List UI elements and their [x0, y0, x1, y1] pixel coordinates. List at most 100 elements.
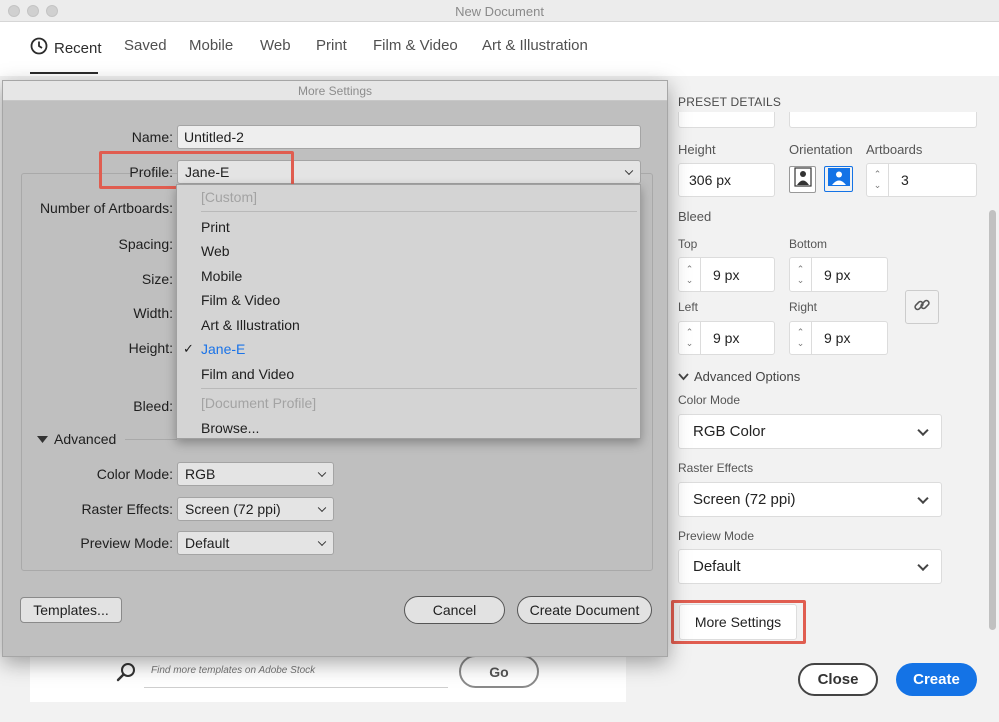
bleed-left-value: 9 px	[713, 330, 740, 346]
portrait-orientation-button[interactable]	[789, 166, 816, 193]
window-titlebar: New Document	[0, 0, 999, 22]
menu-item-film-video[interactable]: Film & Video	[201, 292, 280, 308]
panel-scrollbar[interactable]	[987, 120, 997, 640]
bleed-label: Bleed:	[133, 398, 173, 414]
preview-mode-select[interactable]: Default	[678, 549, 942, 584]
bleed-top-spin-arrows[interactable]: ⌃ ⌄	[679, 258, 701, 291]
height-label: Height	[678, 142, 716, 157]
go-button[interactable]: Go	[459, 655, 539, 688]
menu-item-document-profile: [Document Profile]	[201, 395, 317, 411]
menu-item-jane-e[interactable]: Jane-E	[201, 341, 245, 357]
stock-search-input[interactable]: Find more templates on Adobe Stock	[151, 665, 315, 676]
menu-item-web[interactable]: Web	[201, 243, 230, 259]
tab-film-video[interactable]: Film & Video	[373, 37, 458, 54]
preview-mode-value: Default	[693, 558, 741, 575]
active-tab-indicator	[30, 72, 98, 74]
preview-mode-label: Preview Mode	[678, 529, 755, 543]
menu-item-custom: [Custom]	[201, 189, 258, 205]
landscape-orientation-button[interactable]	[824, 166, 853, 192]
bleed-left-stepper[interactable]: ⌃ ⌄ 9 px	[678, 321, 775, 355]
chevron-down-icon	[317, 537, 327, 547]
menu-item-browse[interactable]: Browse...	[201, 420, 259, 436]
tab-label: Mobile	[189, 37, 234, 54]
link-icon	[913, 296, 931, 319]
spacing-label: Spacing:	[118, 236, 173, 252]
menu-separator	[201, 388, 637, 389]
highlight-box-more-settings	[671, 600, 806, 644]
category-tabs: Recent Saved Mobile Web Print Film & Vid…	[0, 22, 999, 76]
clock-icon	[30, 37, 48, 59]
artboards-stepper[interactable]: ⌃ ⌄ 3	[866, 163, 977, 197]
raster-effects-select[interactable]: Screen (72 ppi)	[177, 497, 334, 521]
chevron-down-icon	[917, 559, 929, 571]
color-mode-label: Color Mode:	[96, 466, 173, 482]
bleed-label: Bleed	[678, 209, 712, 224]
chevron-down-icon	[917, 492, 929, 504]
menu-item-print[interactable]: Print	[201, 219, 230, 235]
bleed-bottom-spin-arrows[interactable]: ⌃ ⌄	[790, 258, 812, 291]
chevron-down-icon	[624, 166, 634, 176]
raster-effects-label: Raster Effects:	[81, 501, 173, 517]
bleed-right-stepper[interactable]: ⌃ ⌄ 9 px	[789, 321, 888, 355]
bleed-right-value: 9 px	[824, 330, 851, 346]
tab-label: Art & Illustration	[482, 37, 588, 54]
bleed-bottom-value: 9 px	[824, 266, 851, 283]
scrollbar-thumb[interactable]	[989, 210, 996, 630]
landscape-icon	[827, 167, 851, 192]
menu-item-film-and-video[interactable]: Film and Video	[201, 366, 294, 382]
document-name-field[interactable]: Untitled-2	[177, 125, 641, 149]
color-mode-label: Color Mode	[678, 393, 741, 407]
height-value: 306 px	[689, 172, 732, 188]
artboards-spin-arrows[interactable]: ⌃ ⌄	[867, 164, 889, 196]
bleed-right-spin-arrows[interactable]: ⌃ ⌄	[790, 322, 812, 354]
tab-label: Recent	[54, 39, 102, 57]
tab-label: Print	[316, 37, 347, 54]
create-document-button[interactable]: Create Document	[517, 596, 652, 624]
chevron-down-icon	[678, 369, 689, 384]
tab-recent[interactable]: Recent	[30, 37, 102, 59]
size-label: Size:	[141, 271, 173, 287]
width-field[interactable]	[678, 112, 775, 128]
menu-item-art-illustration[interactable]: Art & Illustration	[201, 317, 300, 333]
color-mode-select[interactable]: RGB Color	[678, 414, 942, 449]
advanced-label: Advanced	[54, 431, 117, 447]
bleed-left-spin-arrows[interactable]: ⌃ ⌄	[679, 322, 701, 354]
advanced-options-toggle[interactable]: Advanced Options	[678, 369, 800, 384]
tab-saved[interactable]: Saved	[124, 37, 167, 54]
bleed-top-value: 9 px	[713, 266, 740, 283]
raster-effects-value: Screen (72 ppi)	[185, 501, 281, 517]
orientation-label: Orientation	[789, 142, 853, 157]
create-button[interactable]: Create	[896, 663, 977, 696]
tab-mobile[interactable]: Mobile	[189, 37, 233, 54]
chevron-down-icon	[317, 503, 327, 513]
cancel-button[interactable]: Cancel	[404, 596, 505, 624]
artboards-label: Artboards	[866, 142, 923, 157]
name-label: Name:	[131, 129, 173, 145]
raster-effects-select[interactable]: Screen (72 ppi)	[678, 482, 942, 517]
tab-print[interactable]: Print	[316, 37, 347, 54]
height-field[interactable]: 306 px	[678, 163, 775, 197]
raster-effects-label: Raster Effects	[678, 461, 754, 475]
search-icon[interactable]	[116, 662, 136, 687]
preset-details-heading: PRESET DETAILS	[678, 95, 782, 109]
bleed-bottom-stepper[interactable]: ⌃ ⌄ 9 px	[789, 257, 888, 292]
preview-mode-value: Default	[185, 535, 230, 551]
height-label: Height:	[128, 340, 173, 356]
units-select[interactable]	[789, 112, 977, 128]
link-bleed-button[interactable]	[905, 290, 939, 324]
templates-button[interactable]: Templates...	[20, 597, 122, 623]
menu-item-mobile[interactable]: Mobile	[201, 268, 242, 284]
dialog-title: More Settings	[3, 81, 667, 101]
bleed-top-stepper[interactable]: ⌃ ⌄ 9 px	[678, 257, 775, 292]
artboards-value: 3	[901, 172, 909, 188]
chevron-down-icon	[917, 424, 929, 436]
close-button[interactable]: Close	[798, 663, 878, 696]
advanced-options-label: Advanced Options	[694, 369, 801, 384]
color-mode-select[interactable]: RGB	[177, 462, 334, 486]
bleed-bottom-label: Bottom	[789, 237, 828, 251]
preview-mode-select[interactable]: Default	[177, 531, 334, 555]
tab-web[interactable]: Web	[260, 37, 291, 54]
advanced-toggle[interactable]: Advanced	[37, 431, 116, 447]
bleed-top-label: Top	[678, 237, 698, 251]
tab-art-illustration[interactable]: Art & Illustration	[482, 37, 588, 54]
